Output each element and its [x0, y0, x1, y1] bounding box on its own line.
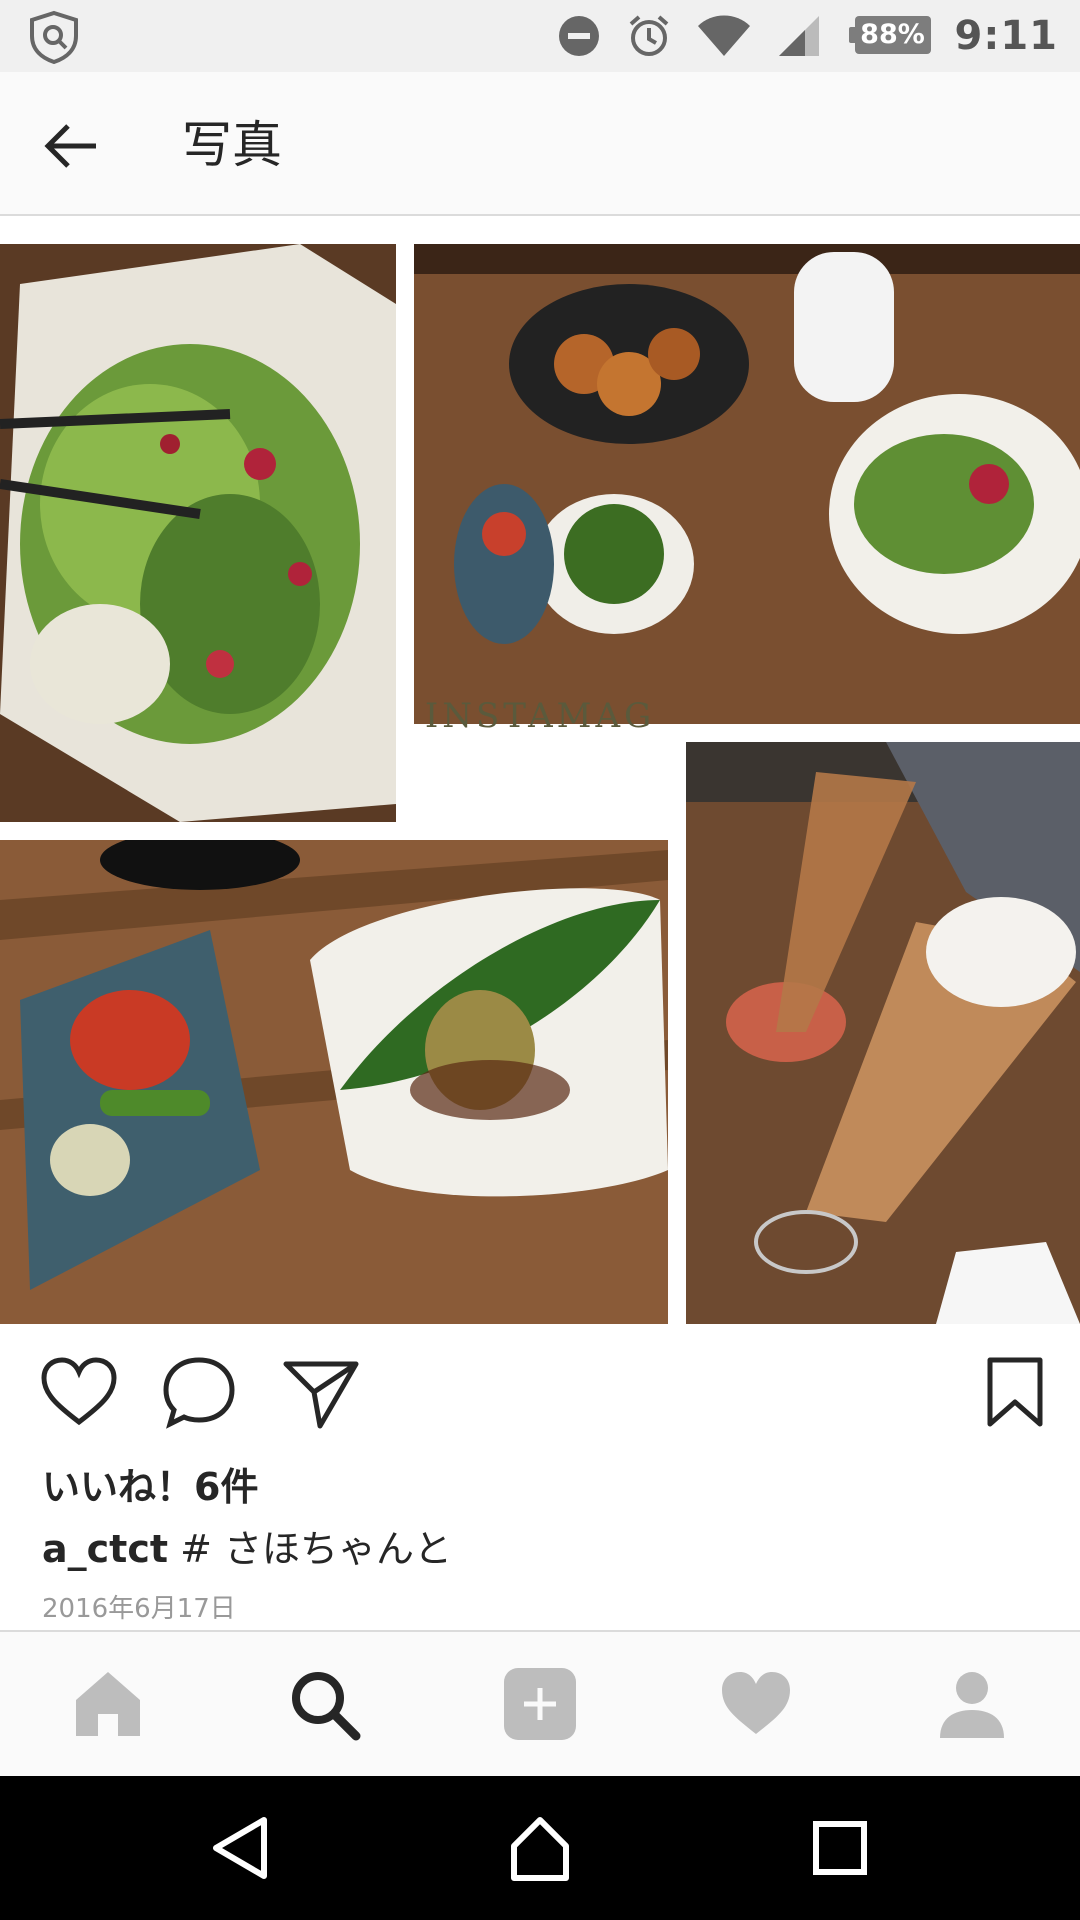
bottom-tab-bar [0, 1630, 1080, 1776]
post-photo[interactable]: INSTAMAG [0, 236, 1080, 1324]
home-nav-icon[interactable] [504, 1812, 576, 1884]
wifi-icon [697, 15, 750, 56]
post-date: 2016年6月17日 [42, 1594, 236, 1624]
post-actions [0, 1352, 1080, 1434]
activity-heart-icon[interactable] [718, 1666, 794, 1742]
battery-icon: 88% [848, 16, 933, 56]
search-icon[interactable] [286, 1666, 362, 1742]
photo-brand-text: INSTAMAG [424, 696, 656, 736]
back-triangle-icon[interactable] [204, 1812, 276, 1884]
comment-icon[interactable] [158, 1352, 240, 1434]
profile-icon[interactable] [934, 1666, 1010, 1742]
photo-tile-dishes [0, 840, 668, 1324]
battery-level: 88% [860, 19, 925, 50]
bookmark-icon[interactable] [974, 1352, 1056, 1434]
photo-tile-beer [686, 742, 1080, 1324]
add-icon[interactable] [502, 1666, 578, 1742]
clock: 9:11 [954, 13, 1058, 59]
photo-tile-skewers [414, 244, 1080, 724]
recents-icon[interactable] [804, 1812, 876, 1884]
page-title: 写真 [182, 116, 282, 174]
status-bar: 88% 9:11 [0, 0, 1080, 72]
heart-icon[interactable] [38, 1352, 120, 1434]
like-count[interactable]: いいね！6件 [42, 1456, 258, 1511]
home-icon[interactable] [70, 1666, 146, 1742]
do-not-disturb-icon [558, 16, 599, 56]
arrow-left-icon[interactable] [36, 110, 108, 182]
post-caption: a_ctct # さほちゃんと [42, 1518, 452, 1573]
alarm-icon [629, 15, 668, 56]
caption-text: # さほちゃんと [168, 1527, 453, 1571]
photo-tile-salad [0, 244, 396, 822]
app-header: 写真 [0, 72, 1080, 216]
signal-icon [778, 16, 819, 56]
system-nav-bar [0, 1776, 1080, 1920]
shield-icon [30, 10, 78, 64]
share-icon[interactable] [280, 1352, 362, 1434]
caption-username[interactable]: a_ctct [42, 1527, 168, 1571]
